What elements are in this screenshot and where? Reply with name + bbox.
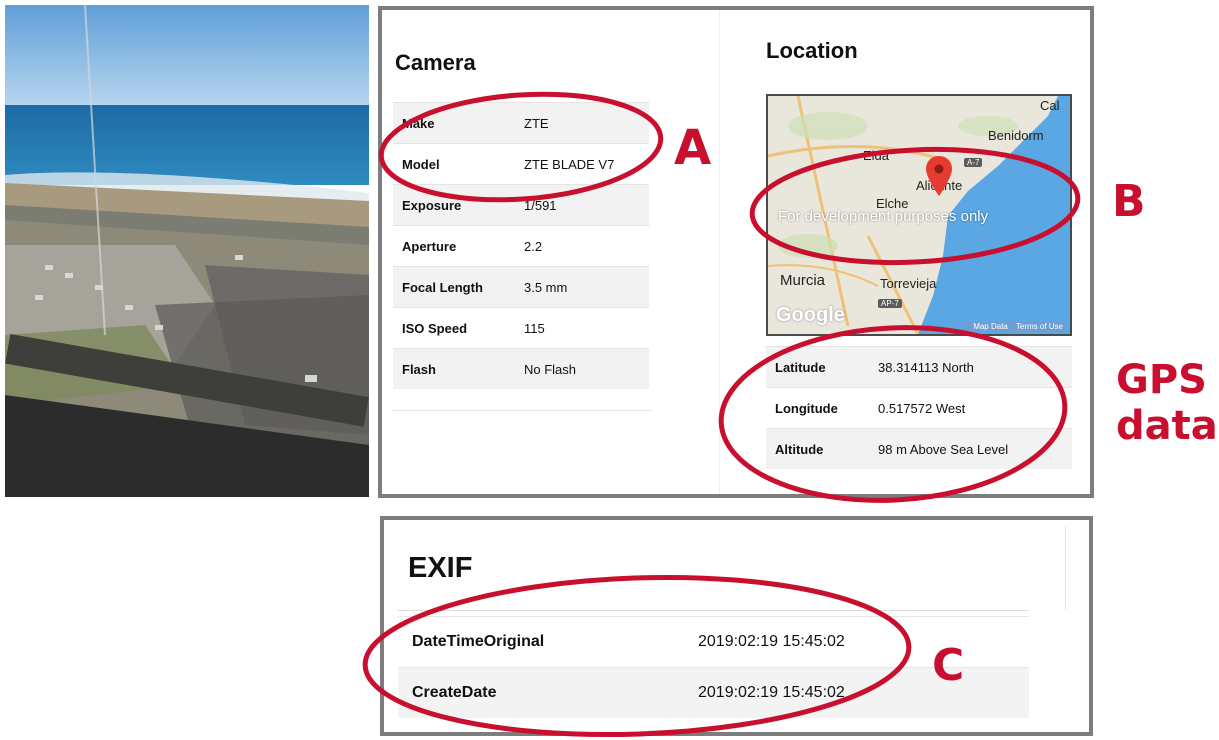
- gps-table: Latitude 38.314113 North Longitude 0.51757…: [766, 346, 1072, 469]
- terms-link[interactable]: Terms of Use: [1016, 322, 1063, 331]
- map-label-elda: Elda: [863, 148, 890, 163]
- row-value: ZTE BLADE V7: [515, 143, 649, 185]
- row-key: Model: [393, 143, 515, 185]
- row-value: 1/591: [515, 184, 649, 226]
- map-dev-notice: For development purposes only: [778, 208, 989, 225]
- row-value: 115: [515, 307, 649, 349]
- row-value: 2019:02:19 15:45:02: [697, 667, 1029, 718]
- row-value: 2.2: [515, 225, 649, 267]
- table-row: Latitude 38.314113 North: [766, 346, 1072, 388]
- camera-table-bottom-rule: [392, 410, 652, 411]
- row-key: CreateDate: [398, 667, 697, 718]
- map-pin-icon[interactable]: [926, 156, 952, 196]
- row-value: No Flash: [515, 348, 649, 389]
- row-key: Aperture: [393, 225, 515, 267]
- annotation-gps-line1: GPS: [1116, 357, 1207, 403]
- table-row: ISO Speed 115: [393, 307, 649, 349]
- row-value: 2019:02:19 15:45:02: [697, 616, 1029, 668]
- table-row: Model ZTE BLADE V7: [393, 143, 649, 185]
- column-divider: [719, 10, 720, 494]
- exif-panel: EXIF DateTimeOriginal 2019:02:19 15:45:02…: [380, 516, 1093, 736]
- row-key: DateTimeOriginal: [398, 616, 697, 668]
- row-key: Longitude: [766, 387, 869, 429]
- map-road-ap7: AP-7: [878, 299, 902, 308]
- row-value: ZTE: [515, 102, 649, 144]
- map-label-cal: Cal: [1040, 98, 1060, 113]
- location-title: Location: [766, 38, 858, 63]
- annotation-gps-line2: data: [1116, 403, 1218, 449]
- camera-table: Make ZTE Model ZTE BLADE V7 Exposure 1/591 …: [393, 102, 649, 389]
- row-key: Latitude: [766, 346, 869, 388]
- table-row: Altitude 98 m Above Sea Level: [766, 428, 1072, 469]
- annotation-letter-c: C: [932, 640, 965, 691]
- table-row: Longitude 0.517572 West: [766, 387, 1072, 429]
- map-road-a7: A-7: [964, 158, 983, 167]
- exif-separator: [398, 610, 1028, 611]
- beach-photo: [5, 5, 369, 497]
- row-value: 38.314113 North: [869, 346, 1072, 388]
- exif-title: EXIF: [408, 552, 473, 584]
- map-footer: Map Data Terms of Use: [962, 322, 1066, 331]
- annotation-letter-b: B: [1112, 176, 1146, 227]
- row-key: Altitude: [766, 428, 869, 469]
- camera-title: Camera: [395, 50, 476, 75]
- row-value: 3.5 mm: [515, 266, 649, 308]
- google-logo: Google: [776, 304, 845, 326]
- map-label-murcia: Murcia: [780, 272, 826, 289]
- row-key: Focal Length: [393, 266, 515, 308]
- annotation-letter-a: A: [674, 120, 712, 176]
- row-key: ISO Speed: [393, 307, 515, 349]
- table-row: Exposure 1/591: [393, 184, 649, 226]
- table-row: Aperture 2.2: [393, 225, 649, 267]
- location-map[interactable]: Cal Benidorm Elda A-7 Alicante Elche Mur…: [766, 94, 1072, 336]
- row-key: Exposure: [393, 184, 515, 226]
- table-row: Focal Length 3.5 mm: [393, 266, 649, 308]
- row-value: 98 m Above Sea Level: [869, 428, 1072, 469]
- row-key: Make: [393, 102, 515, 144]
- row-key: Flash: [393, 348, 515, 389]
- map-label-benidorm: Benidorm: [988, 128, 1044, 143]
- row-value: 0.517572 West: [869, 387, 1072, 429]
- exif-header-edge: [1065, 526, 1066, 610]
- table-row: Flash No Flash: [393, 348, 649, 389]
- map-label-torrevieja: Torrevieja: [880, 276, 937, 291]
- camera-location-panel: Camera Make ZTE Model ZTE BLADE V7 Exposur…: [378, 6, 1094, 498]
- table-row: Make ZTE: [393, 102, 649, 144]
- map-data-link[interactable]: Map Data: [973, 322, 1008, 331]
